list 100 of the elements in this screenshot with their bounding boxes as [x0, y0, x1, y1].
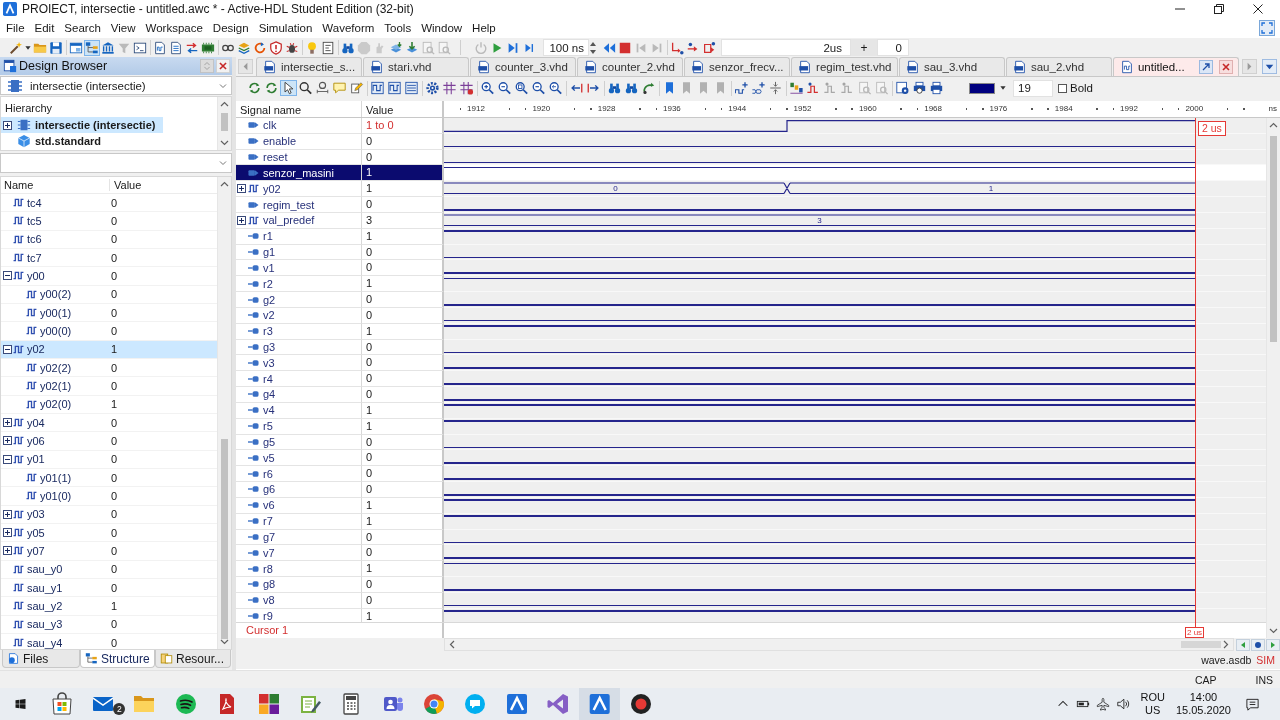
fullscreen-icon[interactable] [1259, 20, 1275, 36]
offset-field[interactable]: 0 [877, 39, 909, 56]
table-row[interactable]: y02(1) 0 [1, 377, 217, 396]
menu-item[interactable]: Help [467, 20, 501, 36]
add-bus-icon[interactable] [750, 80, 767, 96]
table-row[interactable]: sau_y1 0 [1, 578, 217, 598]
table-row[interactable]: tc6 0 [1, 230, 217, 249]
panel-tab[interactable]: Files [2, 650, 80, 668]
chevron-tile-icon[interactable] [504, 692, 529, 716]
column-header[interactable]: Signal name [236, 101, 362, 117]
pin-icon[interactable] [1198, 60, 1213, 74]
magnifier-icon[interactable] [297, 80, 314, 96]
zoom-previous-icon[interactable] [547, 80, 564, 96]
menu-item[interactable]: Edit [29, 20, 60, 36]
table-row[interactable]: y02(2) 0 [1, 358, 217, 378]
editor-tab[interactable]: regim_test.vhd [791, 57, 898, 76]
font-size-field[interactable]: 19 [1013, 79, 1053, 97]
table-row[interactable]: y04 0 [1, 413, 217, 433]
table-row[interactable]: sau_y0 0 [1, 560, 217, 579]
table-row[interactable]: y00(1) 0 [1, 303, 217, 323]
signal-row[interactable]: senzor_masini 1 [236, 165, 1266, 182]
waveform-list-icon[interactable] [403, 80, 420, 96]
tab-list-icon[interactable] [1262, 59, 1277, 74]
notification-icon[interactable] [1245, 696, 1260, 712]
close-icon[interactable] [1253, 4, 1263, 14]
expand-icon[interactable] [3, 546, 12, 556]
table-row[interactable]: y03 0 [1, 505, 217, 524]
table-row[interactable]: y00(2) 0 [1, 285, 217, 304]
mail-icon[interactable] [93, 697, 114, 711]
zoom-fit-icon[interactable] [513, 80, 530, 96]
table-row[interactable]: tc4 0 [1, 194, 217, 213]
signal-row[interactable]: r2 1 [236, 276, 1266, 293]
print-preview-icon[interactable] [911, 80, 928, 96]
restore-icon[interactable] [1214, 4, 1224, 14]
scroll-thumb[interactable] [1270, 136, 1277, 342]
scroll-down-icon[interactable] [220, 639, 229, 645]
signal-row[interactable]: g2 0 [236, 292, 1266, 308]
collapse-icon[interactable] [3, 271, 12, 281]
page-settings-icon[interactable] [894, 80, 911, 96]
scroll-thumb[interactable] [221, 113, 228, 131]
signal-row[interactable]: v5 0 [236, 450, 1266, 467]
waveform-box-icon[interactable] [369, 80, 386, 96]
table-row[interactable]: y00(0) 0 [1, 322, 217, 341]
scroll-down-icon[interactable] [220, 140, 229, 146]
lined-document-icon[interactable] [168, 39, 184, 56]
expand-icon[interactable] [237, 184, 246, 194]
browser-icon[interactable] [422, 692, 447, 716]
menu-item[interactable]: Design [207, 20, 254, 36]
color-swatch-icon[interactable] [969, 82, 995, 94]
editor-tab[interactable]: senzor_frecv... [684, 57, 791, 76]
measure-icon[interactable] [314, 80, 331, 96]
tiles-icon[interactable] [256, 692, 281, 716]
list-document-icon[interactable] [320, 39, 336, 56]
reload-icon[interactable] [246, 80, 263, 96]
record-icon[interactable] [628, 692, 653, 716]
scroll-up-icon[interactable] [1269, 122, 1278, 128]
scroll-down-icon[interactable] [1269, 628, 1278, 634]
scroll-up-icon[interactable] [220, 101, 229, 107]
time-field[interactable]: 2us [721, 39, 851, 56]
table-row[interactable]: sau_y2 1 [1, 597, 217, 616]
scroll-thumb[interactable] [221, 439, 228, 639]
table-row[interactable]: y01(1) 0 [1, 468, 217, 488]
vertical-scrollbar[interactable] [217, 97, 231, 150]
scroll-thumb[interactable] [1181, 641, 1221, 648]
collapse-icon[interactable] [3, 454, 12, 464]
scroll-left-icon[interactable] [449, 640, 455, 649]
shopping-bag-icon[interactable] [49, 692, 74, 716]
signal-row[interactable]: r6 0 [236, 466, 1266, 483]
table-row[interactable]: y00 0 [1, 267, 217, 286]
signal-row[interactable]: v3 0 [236, 355, 1266, 372]
editor-tab[interactable]: stari.vhd [363, 57, 469, 76]
gear-icon[interactable] [424, 80, 441, 96]
menu-item[interactable]: View [105, 20, 141, 36]
column-header[interactable]: Name [1, 179, 109, 191]
column-header[interactable]: Value [109, 179, 142, 191]
tree-item[interactable]: std.standard [1, 133, 109, 149]
blocks-icon[interactable] [788, 80, 805, 96]
reload-icon[interactable] [263, 80, 280, 96]
expand-icon[interactable] [3, 528, 12, 538]
table-row[interactable]: y06 0 [1, 432, 217, 451]
add-button[interactable]: + [851, 39, 877, 56]
horizontal-scrollbar[interactable] [444, 638, 1234, 651]
zoom-out-icon[interactable] [530, 80, 547, 96]
panel-tab[interactable]: Structure [80, 650, 155, 668]
warning-shield-icon[interactable] [268, 39, 284, 56]
table-row[interactable]: y05 0 [1, 523, 217, 543]
menu-item[interactable]: Search [59, 20, 106, 36]
clock-date[interactable]: 15.05.2020 [1175, 704, 1231, 717]
editor-tab[interactable]: untitled... [1112, 57, 1239, 76]
signal-row[interactable]: y02 1 0 1 [236, 181, 1266, 198]
vertical-scrollbar[interactable] [217, 177, 231, 649]
editor-tab[interactable]: sau_3.vhd [898, 57, 1005, 76]
editor-tab[interactable]: counter_3.vhd [470, 57, 576, 76]
expand-icon[interactable] [3, 509, 12, 519]
zoom-out-icon[interactable] [496, 80, 513, 96]
expand-icon[interactable] [3, 418, 12, 428]
table-row[interactable]: y02(0) 1 [1, 395, 217, 414]
pointer-icon[interactable] [280, 80, 297, 96]
table-row[interactable]: y01 0 [1, 450, 217, 469]
pencil-icon[interactable] [348, 80, 365, 96]
